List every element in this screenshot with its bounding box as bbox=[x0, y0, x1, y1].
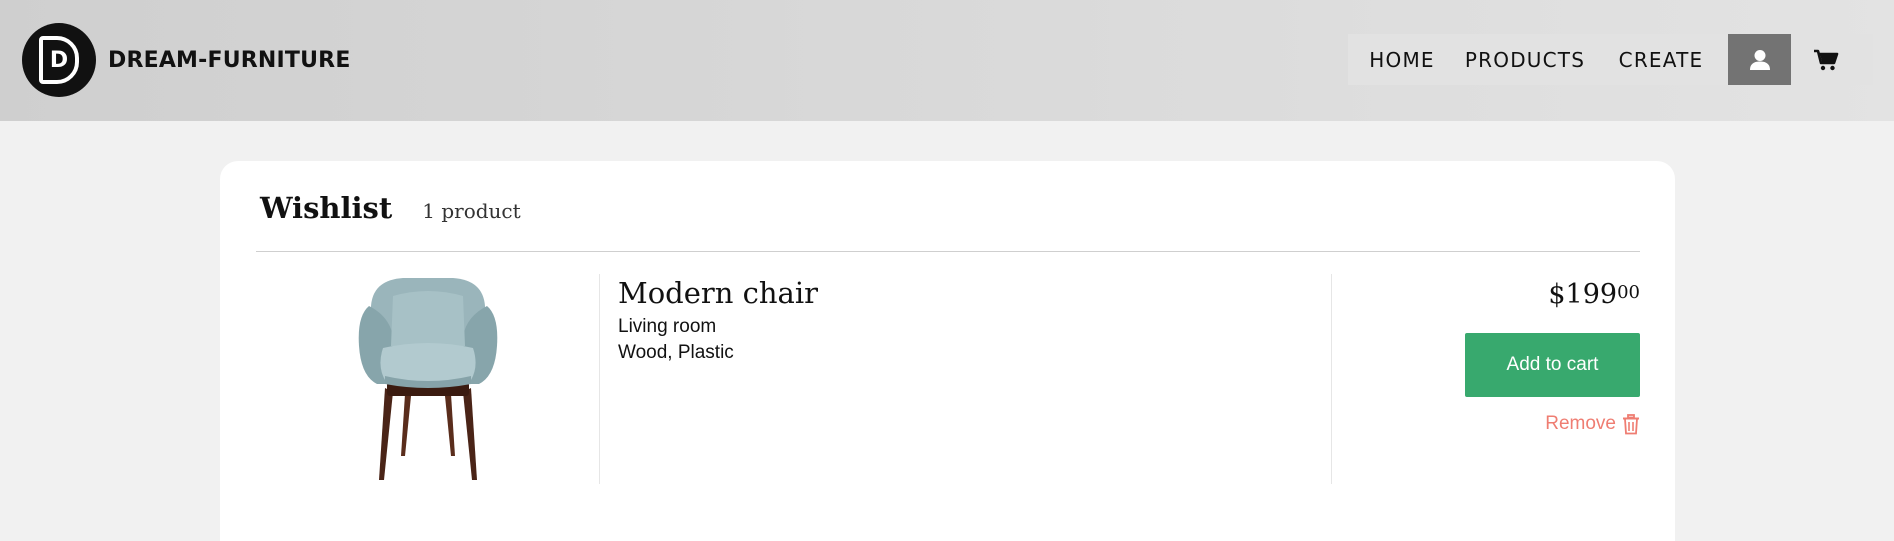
product-info: Modern chair Living room Wood, Plastic bbox=[618, 276, 818, 364]
product-category: Living room bbox=[618, 316, 717, 337]
product-materials: Wood, Plastic bbox=[618, 342, 734, 363]
product-name[interactable]: Modern chair bbox=[618, 276, 818, 310]
wishlist-header: Wishlist 1 product bbox=[260, 191, 521, 225]
remove-label: Remove bbox=[1545, 413, 1616, 434]
divider bbox=[256, 251, 1640, 252]
wishlist-item: Modern chair Living room Wood, Plastic $… bbox=[256, 274, 1640, 484]
column-divider bbox=[1331, 274, 1332, 484]
product-price: $199 00 bbox=[1548, 279, 1640, 310]
add-to-cart-button[interactable]: Add to cart bbox=[1465, 333, 1640, 397]
product-count: 1 product bbox=[422, 199, 521, 223]
site-header: D DREAM-FURNITURE HOME PRODUCTS CREATE bbox=[0, 0, 1894, 121]
product-image[interactable] bbox=[256, 274, 599, 484]
price-cents: 00 bbox=[1617, 282, 1640, 303]
main-nav: HOME PRODUCTS CREATE bbox=[1348, 34, 1873, 85]
logo[interactable]: D bbox=[22, 23, 96, 97]
trash-icon bbox=[1623, 413, 1639, 434]
logo-letter: D bbox=[39, 36, 79, 84]
nav-home[interactable]: HOME bbox=[1348, 34, 1456, 85]
nav-user-button[interactable] bbox=[1728, 34, 1791, 85]
price-main: $199 bbox=[1548, 279, 1618, 310]
user-icon bbox=[1749, 49, 1770, 70]
nav-create[interactable]: CREATE bbox=[1594, 34, 1728, 85]
wishlist-card: Wishlist 1 product Modern chair Living r… bbox=[220, 161, 1675, 541]
chair-image bbox=[358, 278, 497, 480]
brand-name[interactable]: DREAM-FURNITURE bbox=[108, 48, 351, 73]
page-title: Wishlist bbox=[260, 191, 393, 225]
brand[interactable]: D DREAM-FURNITURE bbox=[22, 23, 351, 97]
nav-cart-button[interactable] bbox=[1791, 34, 1861, 85]
nav-products[interactable]: PRODUCTS bbox=[1456, 34, 1594, 85]
remove-button[interactable]: Remove bbox=[1545, 413, 1640, 435]
cart-icon bbox=[1814, 49, 1839, 70]
column-divider bbox=[599, 274, 600, 484]
